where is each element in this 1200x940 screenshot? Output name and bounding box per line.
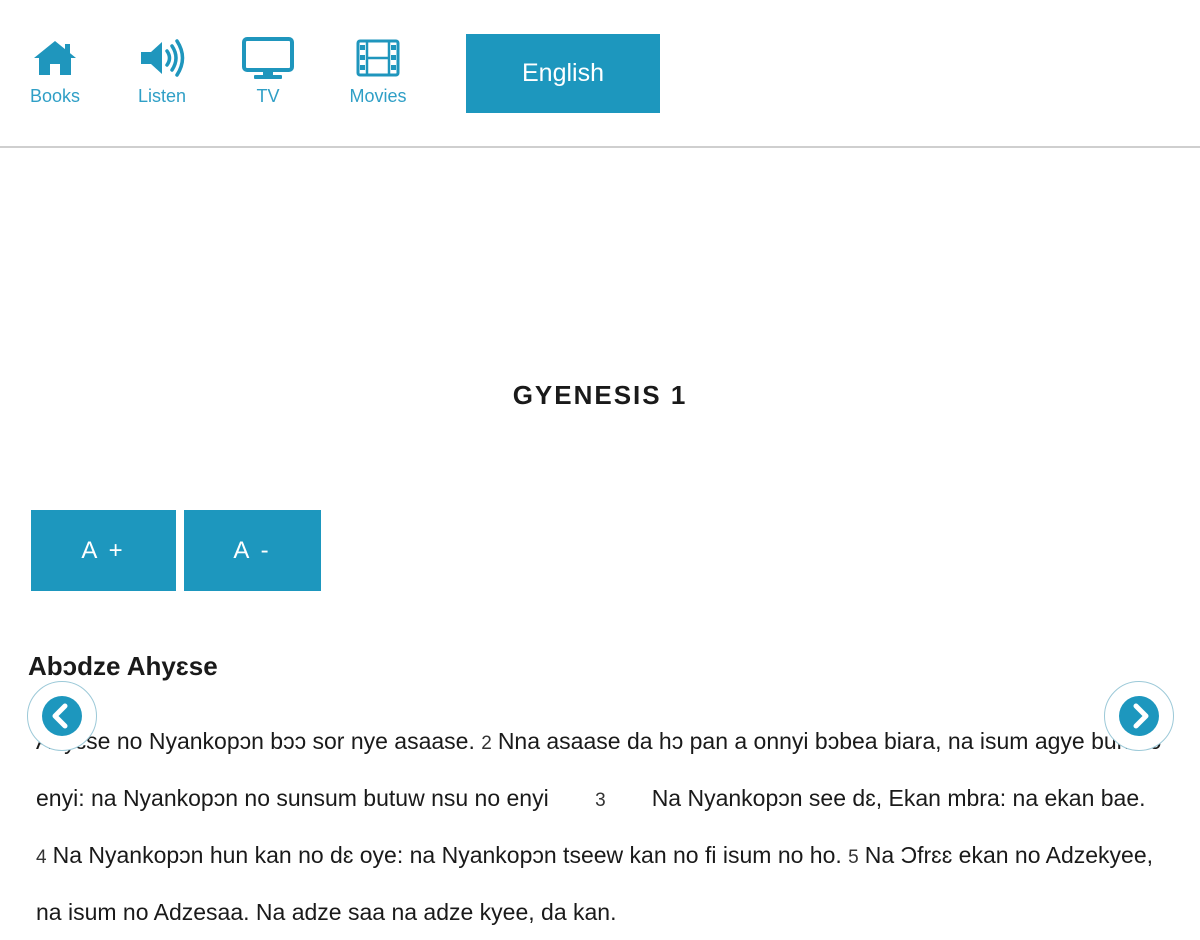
nav-item-listen[interactable]: Listen	[122, 36, 202, 116]
verse-number: 2	[481, 733, 492, 754]
nav-item-movies[interactable]: Movies	[338, 36, 418, 116]
speaker-icon	[141, 39, 185, 77]
chevron-right-icon	[1119, 696, 1159, 736]
verse-text: Na Nyankopɔn hun kan no dɛ oye: na Nyank…	[52, 842, 842, 868]
chapter-text: Ahyɛse no Nyankopɔn bɔɔ sor nye asaase. …	[36, 714, 1176, 940]
font-decrease-button[interactable]: A -	[184, 510, 321, 591]
section-heading: Abɔdze Ahyɛse	[28, 651, 218, 681]
chevron-left-icon	[42, 696, 82, 736]
nav-label-books: Books	[29, 86, 81, 106]
nav-label-listen: Listen	[137, 86, 187, 106]
verse-text: Ahyɛse no Nyankopɔn bɔɔ sor nye asaase.	[36, 728, 475, 754]
verse-number: 5	[848, 847, 859, 868]
next-chapter-button[interactable]	[1104, 681, 1174, 751]
language-button[interactable]: English	[466, 34, 660, 113]
nav-label-movies: Movies	[349, 86, 407, 106]
verse-number: 4	[36, 847, 47, 868]
chapter-title: GYENESIS 1	[512, 380, 688, 410]
verse-number: 3	[595, 790, 606, 811]
font-increase-button[interactable]: A +	[31, 510, 176, 591]
nav-item-books[interactable]: Books	[15, 36, 95, 116]
monitor-icon	[242, 37, 294, 79]
nav-label-tv: TV	[256, 86, 280, 106]
verse-text: Na Nyankopɔn see dɛ, Ekan mbra: na ekan …	[651, 785, 1146, 811]
top-navigation: Books Listen TV Movies English	[0, 0, 1200, 148]
nav-item-tv[interactable]: TV	[228, 36, 308, 116]
home-icon	[34, 41, 76, 75]
prev-chapter-button[interactable]	[27, 681, 97, 751]
film-icon	[356, 39, 400, 77]
